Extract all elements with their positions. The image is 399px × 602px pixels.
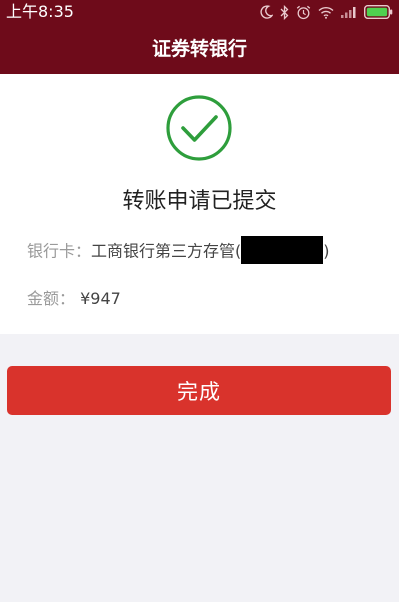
title-bar: 证券转银行: [0, 24, 399, 74]
bluetooth-icon: [280, 4, 289, 20]
done-button[interactable]: 完成: [7, 366, 391, 415]
bank-card-label: 银行卡：: [27, 241, 92, 261]
status-icons: [260, 4, 393, 20]
signal-icon: [341, 6, 357, 18]
battery-icon: [364, 5, 393, 19]
bank-card-value-suffix: ): [323, 241, 330, 261]
amount-row: 金额： ¥947: [27, 287, 121, 311]
bank-card-row: 银行卡：工商银行第三方存管(): [27, 236, 330, 266]
app-screen: 上午8:35 证券转银行 转账申请已提交 银行卡：工商银行第三方存管() 金额…: [0, 0, 399, 602]
page-title: 证券转银行: [151, 38, 247, 60]
amount-label: 金额：: [27, 289, 76, 308]
redacted-account-number: [241, 236, 324, 264]
moon-icon: [260, 5, 273, 19]
result-title: 转账申请已提交: [122, 189, 277, 214]
result-panel: 转账申请已提交 银行卡：工商银行第三方存管() 金额： ¥947: [0, 74, 399, 334]
wifi-icon: [318, 6, 334, 19]
check-circle-icon: [165, 94, 233, 162]
status-time: 上午8:35: [6, 2, 74, 21]
done-button-label: 完成: [177, 379, 221, 404]
bank-card-value: 工商银行第三方存管(: [91, 241, 242, 261]
amount-value: ¥947: [80, 289, 121, 308]
alarm-icon: [296, 5, 311, 20]
status-bar: 上午8:35: [0, 0, 399, 24]
